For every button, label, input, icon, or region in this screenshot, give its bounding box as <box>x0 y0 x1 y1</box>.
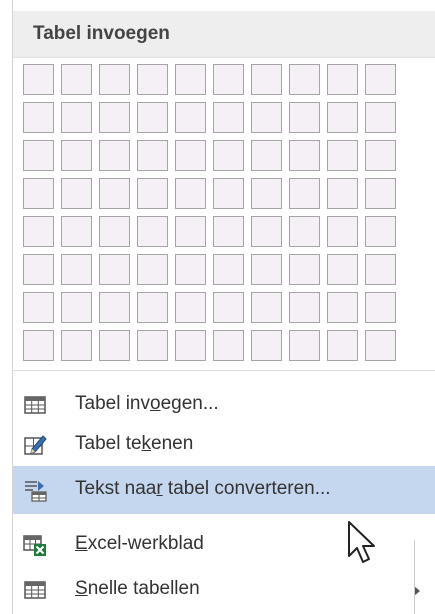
grid-cell[interactable] <box>23 216 54 247</box>
draw-table-pencil-icon <box>23 433 47 457</box>
menu-item-draw-table[interactable]: Tabel tekenen <box>13 421 435 469</box>
grid-cell[interactable] <box>99 216 130 247</box>
grid-cell[interactable] <box>175 292 206 323</box>
grid-cell[interactable] <box>251 254 282 285</box>
grid-cell[interactable] <box>213 140 244 171</box>
grid-cell[interactable] <box>137 292 168 323</box>
grid-cell[interactable] <box>365 216 396 247</box>
menu-item-label: Excel-werkblad <box>75 533 204 554</box>
menu-item-quick-tables[interactable]: Snelle tabellen <box>13 566 435 614</box>
menu-separator <box>13 370 435 371</box>
mouse-cursor-icon <box>346 520 384 568</box>
grid-cell[interactable] <box>289 64 320 95</box>
table-grid-icon <box>23 393 47 417</box>
grid-cell[interactable] <box>137 330 168 361</box>
grid-cell[interactable] <box>61 140 92 171</box>
grid-cell[interactable] <box>23 140 54 171</box>
grid-cell[interactable] <box>99 330 130 361</box>
grid-cell[interactable] <box>327 140 358 171</box>
grid-cell[interactable] <box>213 64 244 95</box>
grid-cell[interactable] <box>137 102 168 133</box>
grid-cell[interactable] <box>175 330 206 361</box>
grid-cell[interactable] <box>175 64 206 95</box>
grid-cell[interactable] <box>327 330 358 361</box>
grid-cell[interactable] <box>137 140 168 171</box>
grid-cell[interactable] <box>137 254 168 285</box>
grid-cell[interactable] <box>213 178 244 209</box>
grid-cell[interactable] <box>99 254 130 285</box>
grid-cell[interactable] <box>213 216 244 247</box>
grid-cell[interactable] <box>365 330 396 361</box>
grid-cell[interactable] <box>175 216 206 247</box>
grid-cell[interactable] <box>61 64 92 95</box>
grid-cell[interactable] <box>99 102 130 133</box>
grid-cell[interactable] <box>289 292 320 323</box>
grid-cell[interactable] <box>327 254 358 285</box>
grid-cell[interactable] <box>365 254 396 285</box>
grid-cell[interactable] <box>251 178 282 209</box>
grid-cell[interactable] <box>251 216 282 247</box>
grid-cell[interactable] <box>137 64 168 95</box>
grid-cell[interactable] <box>327 102 358 133</box>
grid-cell[interactable] <box>327 64 358 95</box>
grid-cell[interactable] <box>61 330 92 361</box>
grid-cell[interactable] <box>289 254 320 285</box>
grid-cell[interactable] <box>251 102 282 133</box>
grid-cell[interactable] <box>61 102 92 133</box>
grid-cell[interactable] <box>137 216 168 247</box>
menu-edge-divider <box>414 540 415 614</box>
menu-item-label: Tabel tekenen <box>75 433 194 454</box>
quick-tables-icon <box>23 578 47 602</box>
grid-cell[interactable] <box>23 102 54 133</box>
grid-cell[interactable] <box>99 140 130 171</box>
grid-cell[interactable] <box>289 178 320 209</box>
menu-header: Tabel invoegen <box>13 11 435 58</box>
grid-cell[interactable] <box>289 330 320 361</box>
grid-cell[interactable] <box>61 254 92 285</box>
grid-cell[interactable] <box>365 140 396 171</box>
grid-cell[interactable] <box>23 292 54 323</box>
grid-cell[interactable] <box>327 178 358 209</box>
grid-cell[interactable] <box>175 254 206 285</box>
grid-cell[interactable] <box>61 292 92 323</box>
grid-cell[interactable] <box>175 140 206 171</box>
grid-cell[interactable] <box>213 330 244 361</box>
menu-item-label: Tabel invoegen... <box>75 393 219 414</box>
grid-cell[interactable] <box>23 64 54 95</box>
grid-cell[interactable] <box>213 102 244 133</box>
grid-cell[interactable] <box>61 178 92 209</box>
grid-cell[interactable] <box>99 178 130 209</box>
grid-cell[interactable] <box>289 216 320 247</box>
grid-cell[interactable] <box>365 178 396 209</box>
grid-cell[interactable] <box>289 140 320 171</box>
grid-cell[interactable] <box>327 216 358 247</box>
grid-cell[interactable] <box>251 64 282 95</box>
grid-cell[interactable] <box>61 216 92 247</box>
menu-item-label: Snelle tabellen <box>75 578 200 599</box>
grid-cell[interactable] <box>327 292 358 323</box>
grid-cell[interactable] <box>99 292 130 323</box>
menu-item-convert-text[interactable]: Tekst naar tabel converteren... <box>13 466 435 514</box>
grid-cell[interactable] <box>213 254 244 285</box>
grid-cell[interactable] <box>251 140 282 171</box>
grid-cell[interactable] <box>365 64 396 95</box>
grid-cell[interactable] <box>251 330 282 361</box>
menu-item-label: Tekst naar tabel converteren... <box>75 478 331 499</box>
grid-cell[interactable] <box>213 292 244 323</box>
menu-header-title: Tabel invoegen <box>33 23 170 44</box>
grid-cell[interactable] <box>99 64 130 95</box>
grid-cell[interactable] <box>23 178 54 209</box>
grid-cell[interactable] <box>289 102 320 133</box>
grid-cell[interactable] <box>175 178 206 209</box>
grid-cell[interactable] <box>137 178 168 209</box>
table-size-grid <box>23 64 396 361</box>
grid-cell[interactable] <box>251 292 282 323</box>
grid-cell[interactable] <box>23 330 54 361</box>
grid-cell[interactable] <box>23 254 54 285</box>
grid-cell[interactable] <box>365 292 396 323</box>
grid-cell[interactable] <box>175 102 206 133</box>
text-to-table-icon <box>23 478 47 502</box>
excel-sheet-icon <box>23 533 47 557</box>
grid-cell[interactable] <box>365 102 396 133</box>
